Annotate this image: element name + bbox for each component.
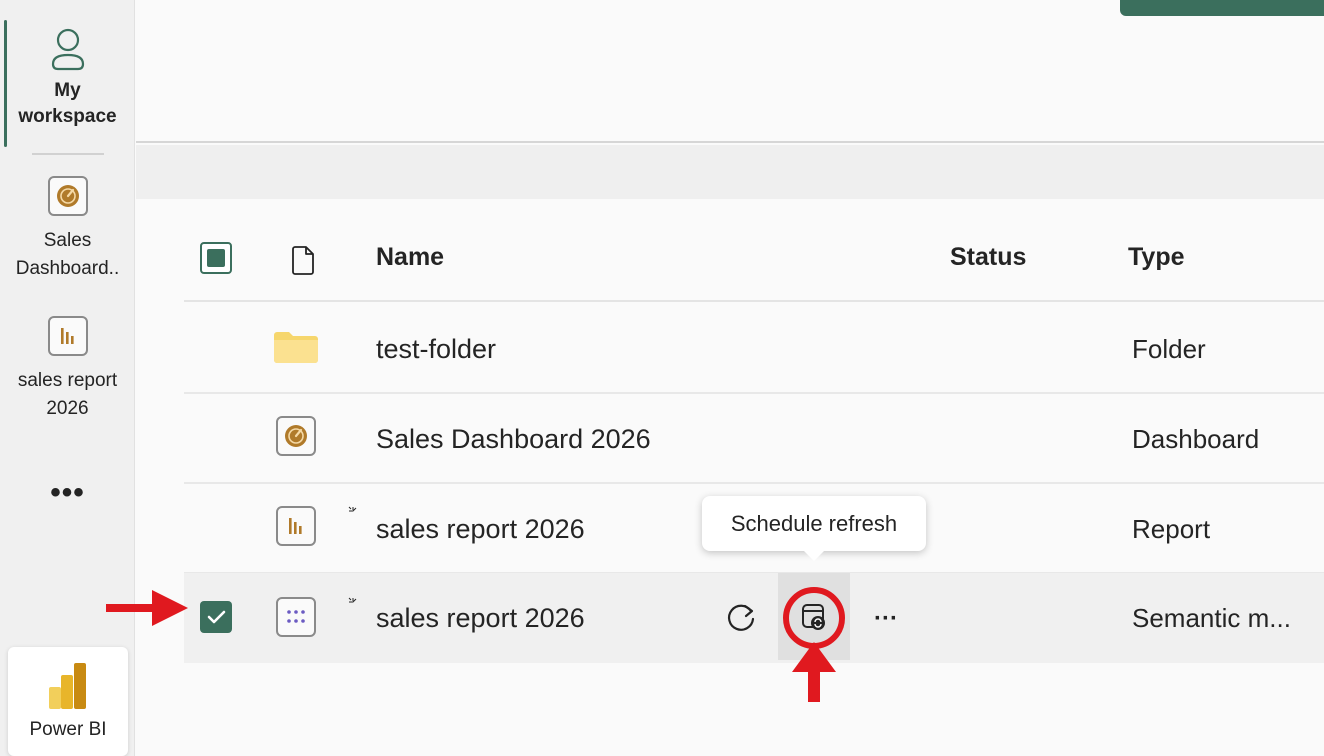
refresh-now-icon[interactable] — [724, 601, 758, 635]
item-name[interactable]: Sales Dashboard 2026 — [376, 424, 651, 455]
rail-label: Sales — [43, 230, 92, 251]
new-item-sparkle-icon — [348, 506, 357, 512]
report-bar-icon — [276, 506, 316, 546]
rail-label: 2026 — [46, 398, 89, 419]
row-more-options-icon[interactable]: ··· — [868, 601, 904, 637]
person-icon — [51, 28, 84, 71]
row-checkbox[interactable] — [200, 601, 232, 633]
rail-item-sales-report[interactable]: sales report 2026 — [0, 316, 135, 423]
toolbar-band — [136, 145, 1324, 199]
rail-label: workspace — [18, 106, 117, 127]
app-root: My workspace Sales Dashboard.. sales rep… — [0, 0, 1324, 756]
report-bar-icon — [47, 316, 88, 356]
checkmark-icon — [207, 610, 226, 624]
item-type: Report — [1132, 514, 1211, 544]
column-header-name[interactable]: Name — [376, 243, 444, 272]
table-row[interactable]: test-folder Folder — [184, 304, 1324, 394]
select-all-checkbox[interactable] — [200, 242, 232, 274]
header-action-button[interactable] — [1120, 0, 1324, 16]
item-type: Semantic m... — [1132, 603, 1291, 633]
annotation-arrow-right — [106, 590, 188, 626]
dashboard-gauge-icon — [47, 176, 88, 216]
table-row[interactable]: Sales Dashboard 2026 Dashboard — [184, 394, 1324, 484]
file-type-icon — [292, 246, 314, 275]
power-bi-label: Power BI — [29, 719, 107, 740]
semantic-model-icon — [276, 597, 316, 637]
item-name[interactable]: sales report 2026 — [376, 514, 585, 545]
left-rail: My workspace Sales Dashboard.. sales rep… — [0, 0, 135, 756]
folder-icon — [274, 332, 318, 363]
item-name[interactable]: test-folder — [376, 334, 496, 365]
power-bi-switcher[interactable]: Power BI — [8, 647, 128, 756]
item-type: Folder — [1132, 334, 1206, 364]
rail-item-sales-dashboard[interactable]: Sales Dashboard.. — [0, 176, 135, 283]
table-row-selected[interactable]: sales report 2026 ··· Semantic m... — [184, 573, 1324, 663]
rail-label: Dashboard.. — [15, 258, 120, 279]
annotation-highlight-circle — [783, 587, 845, 702]
schedule-refresh-tooltip: Schedule refresh — [702, 496, 926, 551]
rail-label: sales report — [17, 370, 118, 391]
column-header-type[interactable]: Type — [1128, 243, 1185, 272]
rail-divider — [32, 153, 104, 155]
rail-label: My — [54, 80, 81, 101]
dashboard-gauge-icon — [276, 416, 316, 456]
item-name[interactable]: sales report 2026 — [376, 603, 585, 634]
new-item-sparkle-icon — [348, 597, 357, 603]
table-header: Name Status Type — [184, 215, 1324, 302]
more-options-icon[interactable]: ••• — [0, 476, 135, 510]
workspace-header — [136, 0, 1324, 143]
rail-item-my-workspace[interactable]: My workspace — [0, 28, 135, 131]
tooltip-arrow — [802, 549, 826, 561]
item-type: Dashboard — [1132, 424, 1260, 454]
power-bi-logo-icon — [49, 663, 86, 709]
column-header-status[interactable]: Status — [950, 243, 1026, 272]
